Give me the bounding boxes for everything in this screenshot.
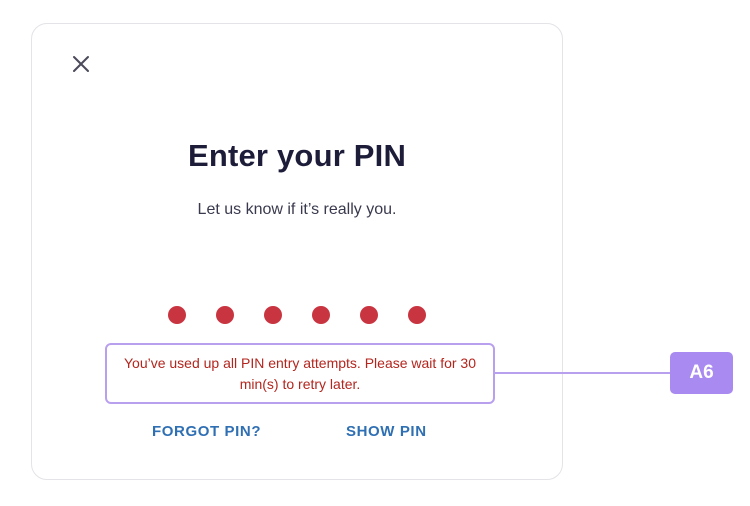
- show-pin-link[interactable]: SHOW PIN: [346, 423, 427, 440]
- pin-dot: [264, 306, 282, 324]
- pin-dot: [312, 306, 330, 324]
- close-icon-glyph: [73, 56, 89, 72]
- pin-dot: [216, 306, 234, 324]
- pin-dots: [168, 306, 426, 324]
- annotation-tag: A6: [670, 352, 733, 394]
- page-title: Enter your PIN: [187, 138, 407, 173]
- error-message: You’ve used up all PIN entry attempts. P…: [123, 354, 476, 392]
- pin-dot: [168, 306, 186, 324]
- error-message-box: You’ve used up all PIN entry attempts. P…: [105, 343, 495, 404]
- close-icon[interactable]: [70, 53, 92, 75]
- page-subtitle: Let us know if it’s really you.: [197, 201, 397, 218]
- pin-dot: [408, 306, 426, 324]
- forgot-pin-link[interactable]: FORGOT PIN?: [152, 423, 261, 440]
- pin-dialog: [31, 23, 563, 480]
- annotation-connector: [495, 372, 670, 374]
- pin-dot: [360, 306, 378, 324]
